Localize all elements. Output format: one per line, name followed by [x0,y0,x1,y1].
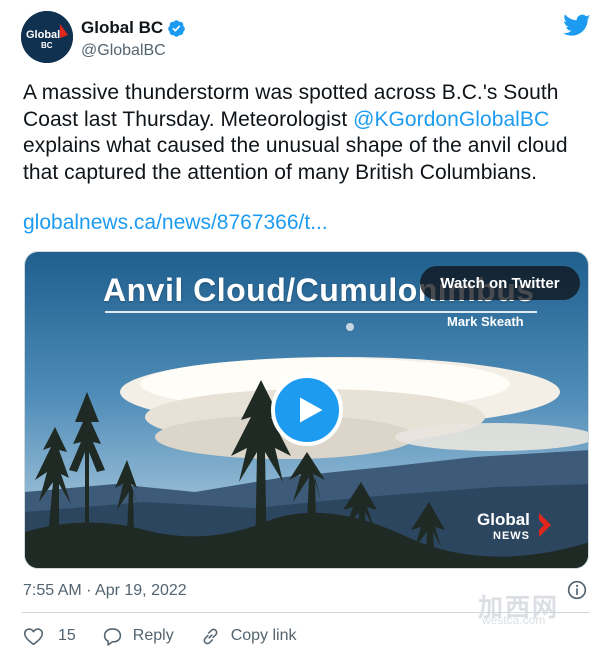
mention-link[interactable]: @KGordonGlobalBC [353,108,549,131]
verified-badge-icon [168,19,185,37]
tweet-text-part: explains what caused the unusual shape o… [23,134,568,184]
logo-chevron-icon [539,513,551,537]
twitter-bird-icon[interactable] [563,14,591,38]
global-bc-logo: Global BC [21,11,73,63]
copy-link-button[interactable]: Copy link [200,626,297,647]
reply-label: Reply [132,627,174,644]
global-news-logo: Global NEWS [477,510,559,544]
account-handle[interactable]: @GlobalBC [81,42,166,60]
tweet-body: A massive thunderstorm was spotted acros… [23,80,598,186]
logo-global-text: Global [477,510,530,529]
account-avatar[interactable]: Global BC [21,11,73,63]
site-watermark: 加西网 westca.com [478,588,588,628]
reply-bubble-icon [103,627,121,646]
avatar-text-sub: BC [41,41,53,50]
heart-icon [23,627,44,645]
link-icon [203,628,218,644]
play-button[interactable] [271,374,343,446]
embedded-tweet: Global BC Global BC @GlobalBC A massive … [0,0,611,648]
play-icon [299,397,322,423]
article-link[interactable]: globalnews.ca/news/8767366/t... [23,211,328,235]
reply-button[interactable]: Reply [102,626,174,647]
name-row: Global BC [81,18,186,38]
display-name[interactable]: Global BC [81,18,163,38]
action-bar: 15 Reply Copy link [23,624,323,648]
avatar-text-main: Global [26,29,60,41]
video-player[interactable]: Anvil Cloud/Cumulonimbus Mark Skeath Wat… [24,251,589,569]
logo-news-text: NEWS [493,530,530,542]
divider [22,612,590,613]
like-button[interactable]: 15 [23,626,76,647]
tweet-timestamp[interactable]: 7:55 AM · Apr 19, 2022 [23,582,187,600]
like-count: 15 [58,627,76,644]
watermark-sub: westca.com [482,613,546,627]
video-byline: Mark Skeath [447,314,524,329]
watch-on-twitter-button[interactable]: Watch on Twitter [420,266,580,300]
copy-link-label: Copy link [230,627,297,644]
title-underline [105,311,537,313]
